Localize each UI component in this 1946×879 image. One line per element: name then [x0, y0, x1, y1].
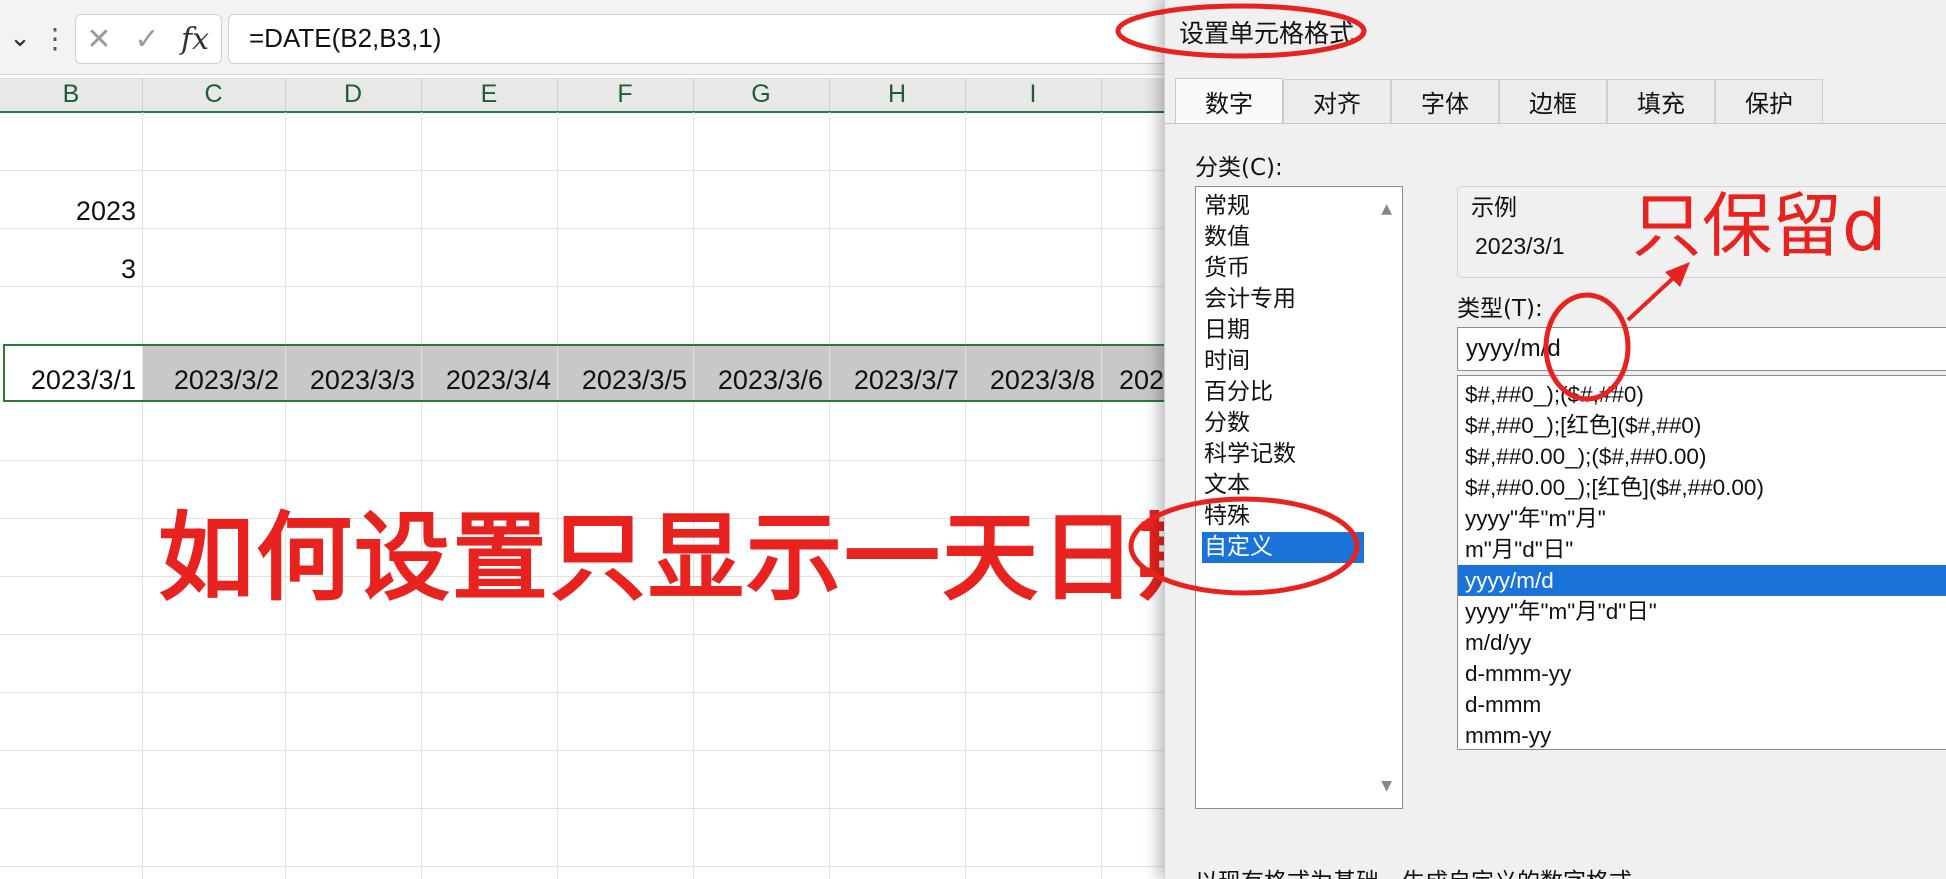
- scroll-up-icon[interactable]: ▲: [1381, 201, 1392, 217]
- format-cells-dialog: 设置单元格格式 数字 对齐 字体 边框 填充 保护 分类(C): 常规 数值 货…: [1164, 0, 1946, 879]
- tab-fill[interactable]: 填充: [1607, 79, 1715, 123]
- format-item[interactable]: m"月"d"日": [1458, 534, 1946, 565]
- type-input[interactable]: yyyy/m/d: [1457, 327, 1946, 371]
- type-input-value: yyyy/m/d: [1466, 335, 1561, 362]
- row-line: [0, 808, 1164, 809]
- row-line: [0, 286, 1164, 287]
- column-header-f[interactable]: F: [557, 78, 694, 111]
- category-item[interactable]: 数值: [1202, 222, 1364, 253]
- annotation-title: 如何设置只显示一天日期: [158, 502, 1236, 614]
- category-item[interactable]: 会计专用: [1202, 284, 1364, 315]
- category-item[interactable]: 常规: [1202, 191, 1364, 222]
- format-item[interactable]: d-mmm-yy: [1458, 658, 1946, 689]
- format-list[interactable]: $#,##0_);($#,##0) $#,##0_);[红色]($#,##0) …: [1457, 375, 1946, 750]
- category-item[interactable]: 分数: [1202, 408, 1364, 439]
- category-item[interactable]: 百分比: [1202, 377, 1364, 408]
- tab-alignment[interactable]: 对齐: [1283, 79, 1391, 123]
- column-header-d[interactable]: D: [285, 78, 422, 111]
- tab-border[interactable]: 边框: [1499, 79, 1607, 123]
- format-item[interactable]: m/d/yy: [1458, 627, 1946, 658]
- column-header-j[interactable]: [1101, 78, 1164, 111]
- tab-protection[interactable]: 保护: [1715, 79, 1823, 123]
- column-header-row: B C D E F G H I: [0, 78, 1164, 113]
- category-item[interactable]: 特殊: [1202, 501, 1364, 532]
- category-item[interactable]: 时间: [1202, 346, 1364, 377]
- column-header-b[interactable]: B: [0, 78, 143, 111]
- column-header-i[interactable]: I: [965, 78, 1102, 111]
- column-line: [142, 112, 143, 879]
- format-item[interactable]: yyyy"年"m"月": [1458, 503, 1946, 534]
- format-item[interactable]: yyyy"年"m"月"d"日": [1458, 596, 1946, 627]
- column-header-c[interactable]: C: [142, 78, 286, 111]
- row-line: [0, 228, 1164, 229]
- tab-divider: [1165, 123, 1946, 124]
- row-line: [0, 692, 1164, 693]
- category-label: 分类(C):: [1195, 155, 1283, 181]
- column-header-e[interactable]: E: [421, 78, 558, 111]
- row-line: [0, 634, 1164, 635]
- row-line: [0, 866, 1164, 867]
- format-item[interactable]: $#,##0.00_);[红色]($#,##0.00): [1458, 472, 1946, 503]
- selection-border: [3, 344, 1173, 402]
- row-line: [0, 750, 1164, 751]
- column-header-g[interactable]: G: [693, 78, 830, 111]
- format-item[interactable]: $#,##0_);($#,##0): [1458, 379, 1946, 410]
- format-item[interactable]: mmm-yy: [1458, 720, 1946, 749]
- category-item[interactable]: 日期: [1202, 315, 1364, 346]
- category-item[interactable]: 货币: [1202, 253, 1364, 284]
- spreadsheet-grid[interactable]: B C D E F G H I 2023 3 2023/3/1 2023/3/2…: [0, 0, 1234, 879]
- format-item[interactable]: $#,##0.00_);($#,##0.00): [1458, 441, 1946, 472]
- category-item[interactable]: 文本: [1202, 470, 1364, 501]
- format-description: 以现有格式为基础，生成自定义的数字格式。: [1195, 862, 1655, 879]
- sample-label: 示例: [1467, 188, 1521, 222]
- category-item[interactable]: 科学记数: [1202, 439, 1364, 470]
- format-item[interactable]: $#,##0_);[红色]($#,##0): [1458, 410, 1946, 441]
- row-line: [0, 170, 1164, 171]
- dialog-title: 设置单元格格式: [1179, 19, 1355, 48]
- category-list[interactable]: 常规 数值 货币 会计专用 日期 时间 百分比 分数 科学记数 文本 特殊 自定…: [1195, 186, 1403, 809]
- cell-b2[interactable]: 2023: [0, 196, 136, 227]
- scroll-down-icon[interactable]: ▼: [1381, 778, 1392, 794]
- tab-number[interactable]: 数字: [1175, 78, 1283, 124]
- column-header-h[interactable]: H: [829, 78, 966, 111]
- format-item-selected[interactable]: yyyy/m/d: [1458, 565, 1946, 596]
- format-item[interactable]: d-mmm: [1458, 689, 1946, 720]
- type-label: 类型(T):: [1457, 296, 1543, 322]
- cell-b3[interactable]: 3: [0, 254, 136, 285]
- sample-value: 2023/3/1: [1475, 233, 1565, 259]
- category-item-selected[interactable]: 自定义: [1202, 532, 1364, 563]
- tab-font[interactable]: 字体: [1391, 79, 1499, 123]
- row-line: [0, 460, 1164, 461]
- annotation-keep-d: 只保留d: [1632, 185, 1887, 267]
